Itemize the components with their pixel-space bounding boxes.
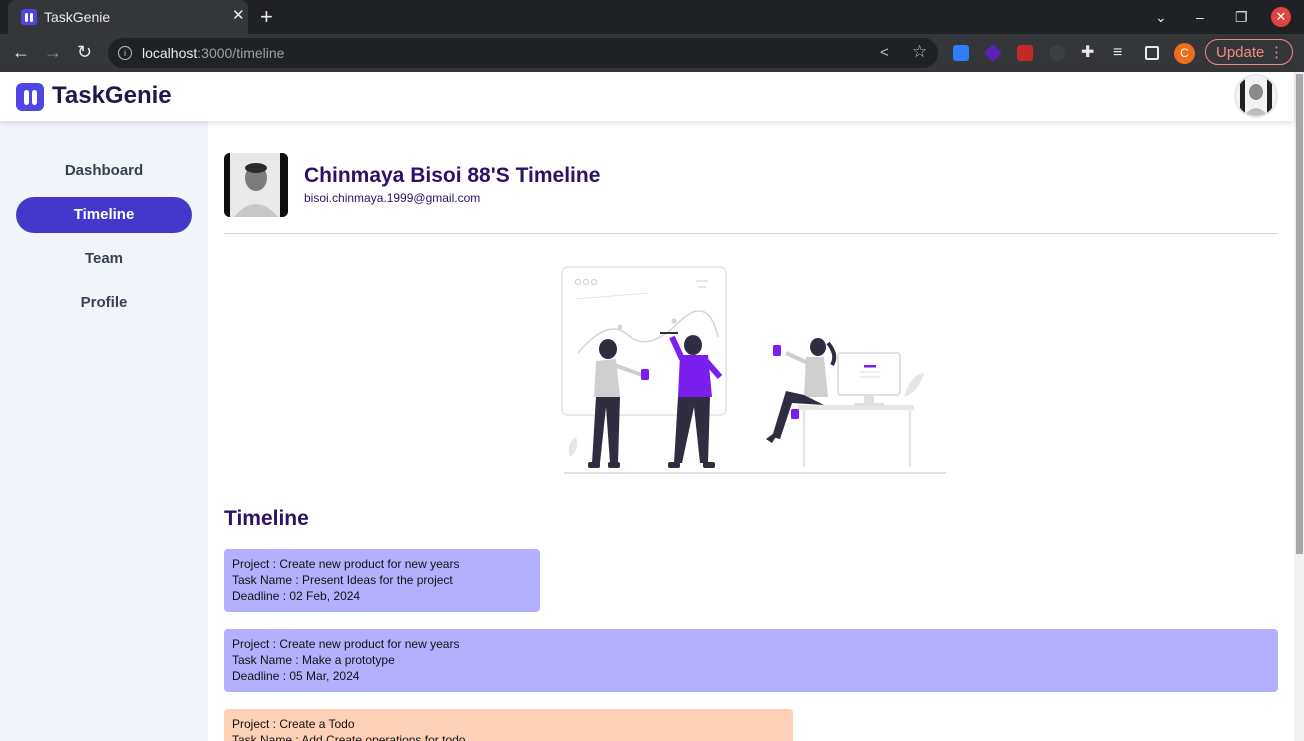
card-task: Task Name : Present Ideas for the projec… — [232, 573, 453, 587]
tab-close-icon[interactable]: ✕ — [232, 7, 245, 25]
user-avatar-photo — [1236, 76, 1276, 116]
restore-icon[interactable]: ❐ — [1235, 8, 1248, 26]
timeline-card[interactable]: Project : Create new product for new yea… — [224, 549, 540, 612]
back-arrow-icon[interactable]: ← — [12, 42, 30, 62]
new-tab-button[interactable]: + — [260, 4, 273, 30]
card-project: Project : Create a Todo — [232, 717, 355, 731]
menu-dots-icon[interactable]: ⋮ — [1269, 40, 1284, 66]
team-collaboration-illustration — [561, 266, 946, 474]
browser-tab-bar: TaskGenie ✕ + ⌄ – ❐ ✕ — [0, 0, 1304, 34]
taskgenie-favicon-icon — [21, 9, 37, 25]
browser-toolbar: ← → ↻ i localhost:3000/timeline < ☆ ✚ ≡ … — [0, 34, 1304, 72]
sidebar-item-timeline[interactable]: Timeline — [16, 197, 192, 233]
tab-search-icon[interactable]: ⌄ — [1155, 8, 1167, 26]
user-avatar[interactable] — [1236, 76, 1276, 116]
app-root: TaskGenie Dashboard Timeline Team Profil… — [0, 72, 1304, 741]
browser-tab[interactable]: TaskGenie ✕ — [8, 0, 248, 34]
extension-1-icon[interactable] — [953, 45, 969, 61]
window-close-icon[interactable]: ✕ — [1271, 7, 1291, 27]
reading-list-icon[interactable]: ≡ — [1113, 43, 1122, 63]
profile-email: bisoi.chinmaya.1999@gmail.com — [304, 191, 481, 205]
timeline-heading: Timeline — [224, 507, 309, 530]
reload-icon[interactable]: ↻ — [77, 42, 92, 62]
sidebar-item-dashboard[interactable]: Dashboard — [16, 153, 192, 189]
extension-2-icon[interactable] — [983, 43, 1003, 63]
card-deadline: Deadline : 05 Mar, 2024 — [232, 669, 360, 683]
app-header: TaskGenie — [0, 72, 1294, 121]
divider — [224, 233, 1278, 234]
profile-photo — [224, 153, 288, 217]
address-bar[interactable]: i localhost:3000/timeline < ☆ — [108, 38, 938, 68]
minimize-icon[interactable]: – — [1196, 8, 1204, 26]
card-project: Project : Create new product for new yea… — [232, 637, 460, 651]
forward-arrow-icon[interactable]: → — [44, 42, 62, 62]
site-info-icon[interactable]: i — [118, 46, 132, 60]
url-text[interactable]: localhost:3000/timeline — [142, 45, 284, 61]
sidebar: Dashboard Timeline Team Profile — [0, 121, 208, 741]
profile-name: Chinmaya Bisoi 88'S Timeline — [304, 164, 601, 187]
side-panel-icon[interactable] — [1145, 46, 1159, 60]
update-button[interactable]: Update ⋮ — [1205, 39, 1293, 65]
extension-3-icon[interactable] — [1017, 45, 1033, 61]
card-deadline: Deadline : 02 Feb, 2024 — [232, 589, 361, 603]
url-path: :3000/timeline — [197, 45, 285, 61]
card-task: Task Name : Make a prototype — [232, 653, 395, 667]
update-label: Update — [1216, 44, 1265, 61]
extensions-puzzle-icon[interactable]: ✚ — [1081, 43, 1094, 63]
timeline-card[interactable]: Project : Create a Todo Task Name : Add … — [224, 709, 793, 741]
tab-title: TaskGenie — [44, 9, 111, 25]
card-project: Project : Create new product for new yea… — [232, 557, 460, 571]
browser-profile-avatar[interactable]: C — [1174, 43, 1195, 64]
sidebar-item-team[interactable]: Team — [16, 241, 192, 277]
profile-photo-image — [224, 153, 288, 217]
taskgenie-logo-icon[interactable] — [16, 83, 44, 111]
url-host: localhost — [142, 45, 198, 61]
bookmark-star-icon[interactable]: ☆ — [912, 42, 927, 62]
card-task: Task Name : Add Create operations for to… — [232, 733, 466, 741]
timeline-card[interactable]: Project : Create new product for new yea… — [224, 629, 1278, 692]
main-content: Chinmaya Bisoi 88'S Timeline bisoi.chinm… — [208, 121, 1294, 741]
extension-4-icon[interactable] — [1049, 45, 1065, 61]
logo-text[interactable]: TaskGenie — [52, 82, 172, 110]
scrollbar-thumb[interactable] — [1296, 74, 1303, 554]
share-icon[interactable]: < — [880, 44, 889, 61]
sidebar-item-profile[interactable]: Profile — [16, 285, 192, 321]
